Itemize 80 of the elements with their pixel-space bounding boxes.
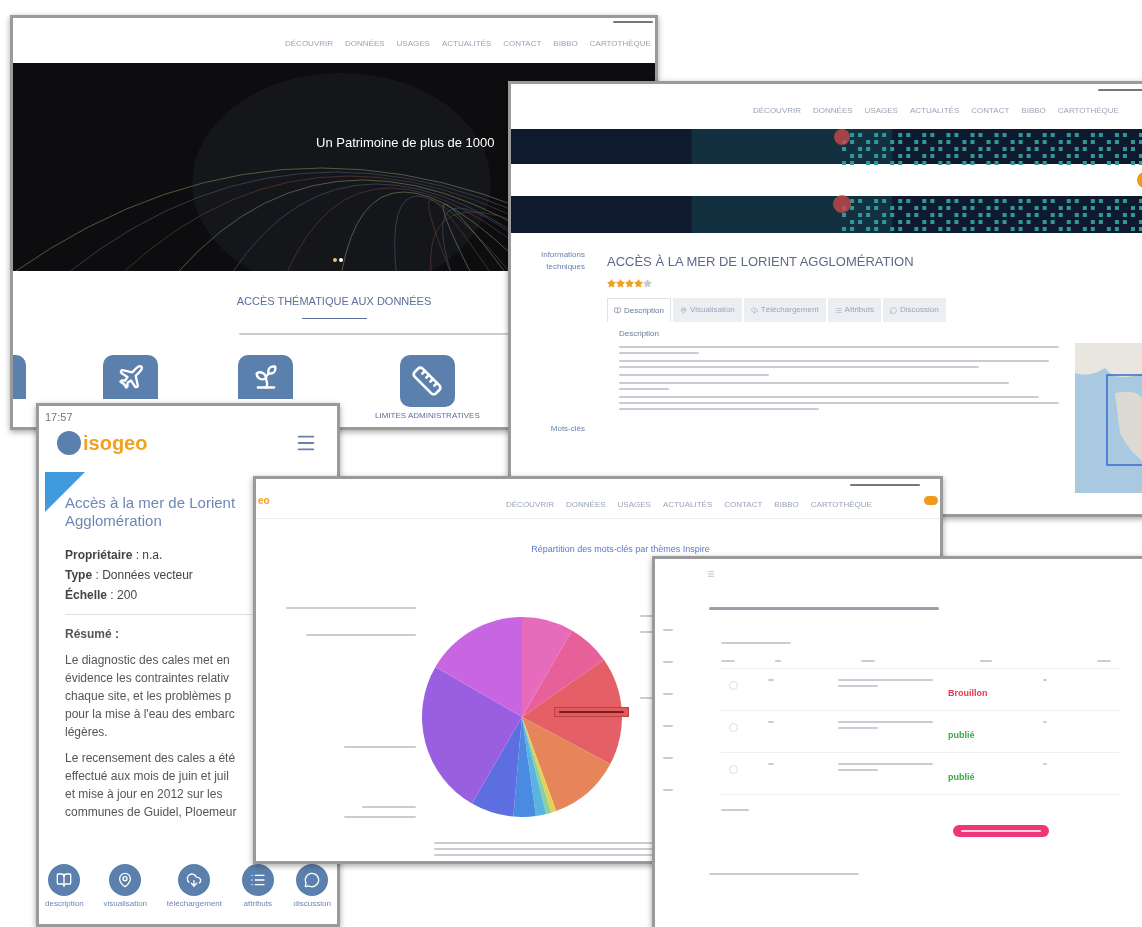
blurred-text-drawing <box>559 710 624 713</box>
star-icon <box>643 279 652 288</box>
field-line: Propriétaire : n.a. <box>65 546 163 564</box>
theme-tile[interactable] <box>238 354 293 399</box>
bottom-nav-button[interactable]: téléchargement <box>166 864 222 910</box>
sidebar-link[interactable]: Mots-clés <box>523 423 585 435</box>
tab[interactable]: Visualisation <box>673 298 742 322</box>
chat-bubble-icon <box>889 306 897 314</box>
logo: eo <box>258 494 270 508</box>
nav-link[interactable]: CONTACT <box>503 38 542 50</box>
blurred-text-drawing <box>344 815 416 818</box>
map-pin-icon <box>680 306 687 314</box>
nav-link[interactable]: DÉCOUVRIR <box>285 38 333 50</box>
status-time: 17:57 <box>45 410 73 425</box>
theme-tile[interactable] <box>103 354 158 399</box>
logo: isogeo <box>57 427 148 458</box>
tile-label: LIMITES ADMINISTRATIVES <box>375 409 480 422</box>
nav-link[interactable]: ACTUALITÉS <box>909 105 960 117</box>
status-label: publié <box>948 730 975 740</box>
status-label: publié <box>948 772 975 782</box>
nav-link[interactable]: DONNÉES <box>566 499 606 511</box>
plane-icon <box>116 362 145 391</box>
dataset-title: Agglomération <box>65 511 162 530</box>
nav-link[interactable]: USAGES <box>617 499 651 511</box>
summary-label: Résumé : <box>65 625 120 643</box>
nav-link[interactable]: ACTUALITÉS <box>662 499 713 511</box>
status-label: Brouillon <box>948 688 988 698</box>
round-button[interactable] <box>924 496 938 505</box>
paragraph-line: effectué aux mois de juin et juil <box>65 767 229 785</box>
action-button[interactable] <box>953 825 1049 837</box>
nav-link[interactable]: ACTUALITÉS <box>441 38 492 50</box>
star-icon <box>634 279 643 288</box>
section-heading: Description <box>619 328 660 340</box>
field-line: Échelle : 200 <box>65 586 138 604</box>
star-icon <box>616 279 625 288</box>
tab[interactable]: Discussion <box>882 298 946 322</box>
paragraph-line: légères. <box>65 723 108 741</box>
list-icon <box>834 306 842 314</box>
paragraph-line: et mise à jour en 2012 sur les <box>65 785 223 803</box>
dataset-title: ACCÈS À LA MER DE LORIENT AGGLOMÉRATION <box>607 254 914 269</box>
nav-link[interactable]: CONTACT <box>724 499 763 511</box>
nav-link[interactable]: USAGES <box>396 38 430 50</box>
paragraph-line: communes de Guidel, Ploemeur <box>65 803 237 821</box>
nav-link[interactable]: DÉCOUVRIR <box>753 105 801 117</box>
field-line: Type : Données vecteur <box>65 566 193 584</box>
paragraph-line: évidence les contraintes relativ <box>65 669 230 687</box>
nav-link[interactable]: CARTOTHÈQUE <box>810 499 872 511</box>
ruler-icon <box>411 364 444 397</box>
star-icon <box>607 279 616 288</box>
paragraph-line: Le diagnostic des cales met en <box>65 651 230 669</box>
paragraph-line: pour la mise à l'eau des embarc <box>65 705 235 723</box>
star-icon <box>625 279 634 288</box>
cloud-download-icon <box>186 872 203 888</box>
tab[interactable]: Description <box>607 298 671 322</box>
map-pin-icon <box>117 872 134 888</box>
tab[interactable]: Attributs <box>827 298 881 322</box>
nav-link[interactable]: DÉCOUVRIR <box>506 499 554 511</box>
list-icon <box>249 872 266 888</box>
nav-link[interactable]: BIBBO <box>553 38 578 50</box>
theme-tile[interactable] <box>399 354 455 407</box>
book-icon <box>614 307 621 314</box>
chart-title: Répartition des mots-clés par thèmes Inspire <box>531 543 710 556</box>
nav-link[interactable]: DONNÉES <box>345 38 385 50</box>
nav-link[interactable]: CARTOTHÈQUE <box>589 38 651 50</box>
paragraph-line: chaque site, et les problèmes p <box>65 687 232 705</box>
nav-link[interactable]: CONTACT <box>971 105 1010 117</box>
blurred-text-drawing <box>344 745 416 748</box>
tab[interactable]: Téléchargement <box>743 298 826 322</box>
chat-bubble-icon <box>304 872 321 888</box>
blurred-text-drawing <box>362 805 416 808</box>
book-icon <box>56 872 73 888</box>
nav-link[interactable]: BIBBO <box>774 499 799 511</box>
nav-link[interactable]: DONNÉES <box>813 105 853 117</box>
paragraph-line: Le recensement des cales a été <box>65 749 236 767</box>
dataset-title: Accès à la mer de Lorient <box>65 493 236 512</box>
section-title: ACCÈS THÉMATIQUE AUX DONNÉES <box>236 294 432 309</box>
cloud-download-icon <box>750 306 758 314</box>
nav-link[interactable]: BIBBO <box>1021 105 1046 117</box>
nav-link[interactable]: USAGES <box>864 105 898 117</box>
nav-link[interactable]: CARTOTHÈQUE <box>1057 105 1119 117</box>
